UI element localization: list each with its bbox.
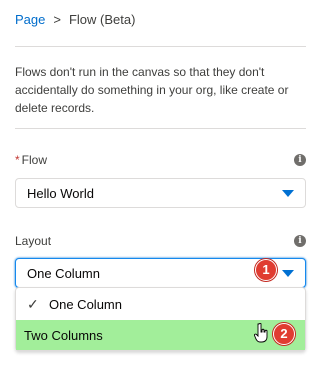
info-icon[interactable]: i xyxy=(294,154,306,166)
required-asterisk: * xyxy=(15,153,20,167)
checkmark-icon: ✓ xyxy=(27,295,39,312)
option-label: One Column xyxy=(49,296,122,312)
flow-select[interactable]: Hello World xyxy=(15,178,306,208)
annotation-badge-1: 1 xyxy=(255,259,277,281)
flow-select-value: Hello World xyxy=(27,185,94,201)
chevron-down-icon xyxy=(282,270,294,277)
breadcrumb-current: Flow (Beta) xyxy=(68,12,136,27)
breadcrumb-separator: > xyxy=(53,12,61,27)
flow-label-text: Flow xyxy=(21,153,48,167)
layout-select-value: One Column xyxy=(27,265,100,281)
breadcrumb: Page > Flow (Beta) xyxy=(15,12,135,27)
breadcrumb-page-link[interactable]: Page xyxy=(15,12,45,27)
flow-field-label: * Flow xyxy=(15,153,47,167)
layout-field-label: Layout xyxy=(15,234,52,248)
canvas-info-text: Flows don't run in the canvas so that th… xyxy=(15,65,289,115)
divider xyxy=(15,46,306,47)
dropdown-option-one-column[interactable]: ✓ One Column xyxy=(16,289,305,319)
chevron-down-icon xyxy=(282,190,294,197)
divider xyxy=(15,128,306,129)
option-label: Two Columns xyxy=(24,327,103,343)
info-icon[interactable]: i xyxy=(294,235,306,247)
hand-cursor-icon xyxy=(254,323,268,343)
annotation-badge-2: 2 xyxy=(273,323,295,345)
